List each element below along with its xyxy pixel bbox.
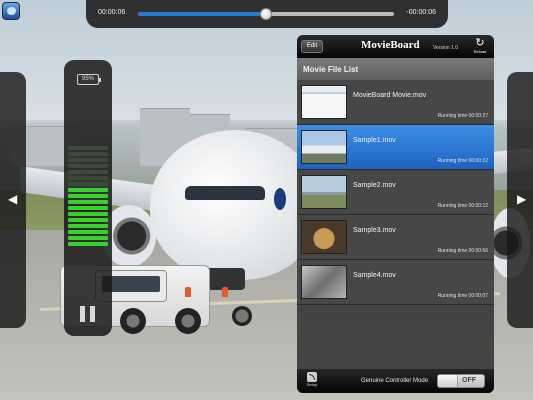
list-item[interactable]: Sample2.mov Running time 00:00:12 [297,170,494,215]
reload-label: Reload [473,49,487,54]
level-bar [68,188,108,192]
list-title: Movie File List [297,58,494,80]
previous-arrow-icon: ◀ [8,192,18,206]
level-meter[interactable] [68,146,108,248]
controller-mode-toggle[interactable]: OFF [437,374,485,388]
running-time: Running time 00:00:27 [437,113,488,119]
level-bar [68,236,108,240]
level-bar [68,206,108,210]
toggle-state: OFF [462,377,476,384]
level-bar [68,152,108,156]
movie-file-list: MovieBoard Movie.mov Running time 00:00:2… [297,80,494,305]
battery-indicator: 95% [77,74,101,85]
movieboard-panel: Edit MovieBoard Version 1.0 ↻ Reload Mov… [297,35,494,393]
dolly-wheel [232,306,252,326]
previous-button[interactable]: ◀ [0,72,26,328]
level-bar [68,200,108,204]
list-item[interactable]: Sample4.mov Running time 00:00:07 [297,260,494,305]
movie-name: Sample1.mov [353,137,396,144]
next-arrow-icon: ▶ [517,192,527,206]
board-header: Edit MovieBoard Version 1.0 ↻ Reload [297,35,494,58]
traffic-cone [185,287,191,297]
pause-icon [80,306,85,322]
movie-name: Sample2.mov [353,182,396,189]
level-bar [68,158,108,162]
version-label: Version 1.0 [433,45,459,51]
movie-thumbnail [301,175,347,209]
movie-name: MovieBoard Movie.mov [353,92,427,99]
running-time: Running time 00:00:12 [437,203,488,209]
aircraft-logo [274,188,286,210]
level-bar [68,170,108,174]
level-bar [68,176,108,180]
movie-name: Sample3.mov [353,227,396,234]
reload-button[interactable]: ↻ Reload [471,37,489,57]
aircraft-fuselage [150,130,320,280]
volume-panel: 95% [64,60,112,336]
progress-thumb[interactable] [260,8,272,20]
reload-icon: ↻ [475,37,485,49]
edit-button[interactable]: Edit [301,40,323,53]
playback-scrubber: 00:00:06 -00:00:06 [86,0,448,28]
board-title: MovieBoard [361,39,420,51]
movie-name: Sample4.mov [353,272,396,279]
list-item[interactable]: Sample3.mov Running time 00:00:56 [297,215,494,260]
level-bar [68,182,108,186]
level-bar [68,212,108,216]
level-bar [68,242,108,246]
level-bar [68,230,108,234]
level-bar [68,194,108,198]
running-time: Running time 00:00:56 [437,248,488,254]
level-bar [68,218,108,222]
movie-thumbnail [301,265,347,299]
setup-button[interactable]: Setup [305,372,319,388]
list-item[interactable]: MovieBoard Movie.mov Running time 00:00:2… [297,80,494,125]
running-time: Running time 00:00:12 [437,158,488,164]
movie-thumbnail [301,220,347,254]
pause-button[interactable] [80,306,96,322]
next-button[interactable]: ▶ [507,72,533,328]
aircraft-windshield [185,186,265,200]
app-icon [2,2,20,20]
movie-thumbnail [301,130,347,164]
traffic-cone [222,287,228,297]
remaining-time: -00:00:06 [406,9,436,16]
tug-wheel [175,308,201,334]
toggle-knob[interactable] [438,375,458,387]
level-bar [68,146,108,150]
rss-icon [307,372,317,382]
list-item[interactable]: Sample1.mov Running time 00:00:12 [297,125,494,170]
setup-label: Setup [306,382,318,387]
board-footer: Setup Genuine Controller Mode OFF [297,369,494,393]
controller-mode-label: Genuine Controller Mode [361,378,429,384]
movie-thumbnail [301,85,347,119]
level-bar [68,224,108,228]
tug-wheel [120,308,146,334]
progress-track[interactable] [138,8,394,20]
level-bar [68,164,108,168]
running-time: Running time 00:00:07 [437,293,488,299]
progress-fill [138,12,266,16]
battery-level: 95% [81,76,94,82]
elapsed-time: 00:00:06 [98,9,126,16]
